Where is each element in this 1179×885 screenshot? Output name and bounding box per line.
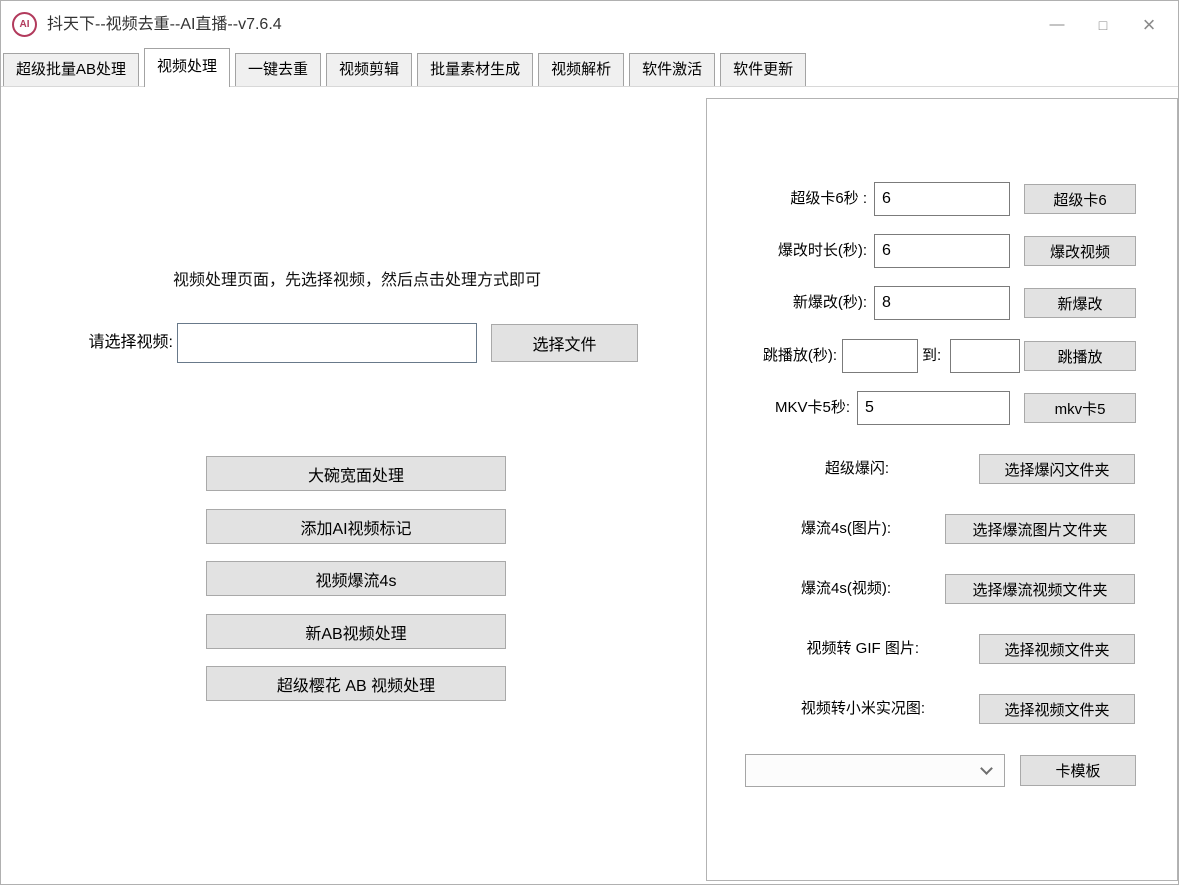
new-burst-button[interactable]: 新爆改 [1024,288,1136,318]
burst4s-video-label: 爆流4s(视频): [707,574,891,604]
new-burst-label: 新爆改(秒): [707,286,867,320]
tab-one-key-dedup[interactable]: 一键去重 [235,53,321,86]
maximize-icon[interactable]: □ [1080,1,1126,48]
new-ab-video-process-button[interactable]: 新AB视频处理 [206,614,506,649]
mkv-card5-input[interactable] [857,391,1010,425]
super-flash-row: 超级爆闪: 选择爆闪文件夹 [707,454,1177,484]
jump-to-input[interactable] [950,339,1020,373]
tab-video-edit[interactable]: 视频剪辑 [326,53,412,86]
burst4s-video-row: 爆流4s(视频): 选择爆流视频文件夹 [707,574,1177,604]
select-burst-image-folder-button[interactable]: 选择爆流图片文件夹 [945,514,1135,544]
minimize-icon[interactable]: — [1034,1,1080,48]
card-template-button[interactable]: 卡模板 [1020,755,1136,786]
app-logo-icon: AI [12,12,37,37]
video-to-xiaomi-live-row: 视频转小米实况图: 选择视频文件夹 [707,694,1177,724]
burst4s-image-label: 爆流4s(图片): [707,514,891,544]
jump-from-input[interactable] [842,339,918,373]
card-template-row: 卡模板 [707,754,1177,788]
tab-video-process[interactable]: 视频处理 [144,48,230,87]
template-dropdown[interactable] [745,754,1005,787]
burst-duration-input[interactable] [874,234,1010,268]
big-bowl-wide-noodle-button[interactable]: 大碗宽面处理 [206,456,506,491]
super-flash-label: 超级爆闪: [707,454,889,484]
select-video-folder-gif-button[interactable]: 选择视频文件夹 [979,634,1135,664]
jump-play-button[interactable]: 跳播放 [1024,341,1136,371]
mkv-card5-button[interactable]: mkv卡5 [1024,393,1136,423]
mkv-card5-row: MKV卡5秒: mkv卡5 [707,391,1177,425]
select-video-input[interactable] [177,323,477,363]
window-title: 抖天下--视频去重--AI直播--v7.6.4 [47,1,282,48]
super-card6-input[interactable] [874,182,1010,216]
burst4s-image-row: 爆流4s(图片): 选择爆流图片文件夹 [707,514,1177,544]
chevron-down-icon [980,762,993,775]
tab-bar: 超级批量AB处理 视频处理 一键去重 视频剪辑 批量素材生成 视频解析 软件激活… [1,48,1178,87]
burst-video-button[interactable]: 爆改视频 [1024,236,1136,266]
mkv-card5-label: MKV卡5秒: [707,391,850,425]
video-to-xiaomi-live-label: 视频转小米实况图: [707,694,925,724]
select-burst-video-folder-button[interactable]: 选择爆流视频文件夹 [945,574,1135,604]
tab-batch-material[interactable]: 批量素材生成 [417,53,533,86]
tab-video-parse[interactable]: 视频解析 [538,53,624,86]
super-card6-button[interactable]: 超级卡6 [1024,184,1136,214]
tab-software-activate[interactable]: 软件激活 [629,53,715,86]
select-flash-folder-button[interactable]: 选择爆闪文件夹 [979,454,1135,484]
select-file-button[interactable]: 选择文件 [491,324,638,362]
close-icon[interactable]: × [1126,1,1172,48]
tab-super-batch-ab[interactable]: 超级批量AB处理 [3,53,139,86]
super-card6-label: 超级卡6秒 : [707,182,867,216]
select-video-label: 请选择视频: [41,323,173,363]
burst-duration-label: 爆改时长(秒): [707,234,867,268]
app-window: AI 抖天下--视频去重--AI直播--v7.6.4 — □ × 超级批量AB处… [0,0,1179,885]
new-burst-input[interactable] [874,286,1010,320]
select-video-folder-live-button[interactable]: 选择视频文件夹 [979,694,1135,724]
add-ai-video-mark-button[interactable]: 添加AI视频标记 [206,509,506,544]
burst-duration-row: 爆改时长(秒): 爆改视频 [707,234,1177,268]
jump-to-label: 到: [922,339,947,373]
video-to-gif-row: 视频转 GIF 图片: 选择视频文件夹 [707,634,1177,664]
video-burst-4s-button[interactable]: 视频爆流4s [206,561,506,596]
jump-play-label: 跳播放(秒): [707,339,837,373]
super-card6-row: 超级卡6秒 : 超级卡6 [707,182,1177,216]
app-logo-text: AI [20,19,30,30]
new-burst-row: 新爆改(秒): 新爆改 [707,286,1177,320]
video-to-gif-label: 视频转 GIF 图片: [707,634,919,664]
window-controls: — □ × [1034,1,1172,48]
titlebar: AI 抖天下--视频去重--AI直播--v7.6.4 — □ × [1,1,1178,48]
super-sakura-ab-button[interactable]: 超级樱花 AB 视频处理 [206,666,506,701]
jump-play-row: 跳播放(秒): 到: 跳播放 [707,339,1177,373]
tab-software-update[interactable]: 软件更新 [720,53,806,86]
right-panel: 超级卡6秒 : 超级卡6 爆改时长(秒): 爆改视频 新爆改(秒): 新爆改 跳… [706,98,1178,881]
instruction-text: 视频处理页面，先选择视频，然后点击处理方式即可 [101,266,613,290]
